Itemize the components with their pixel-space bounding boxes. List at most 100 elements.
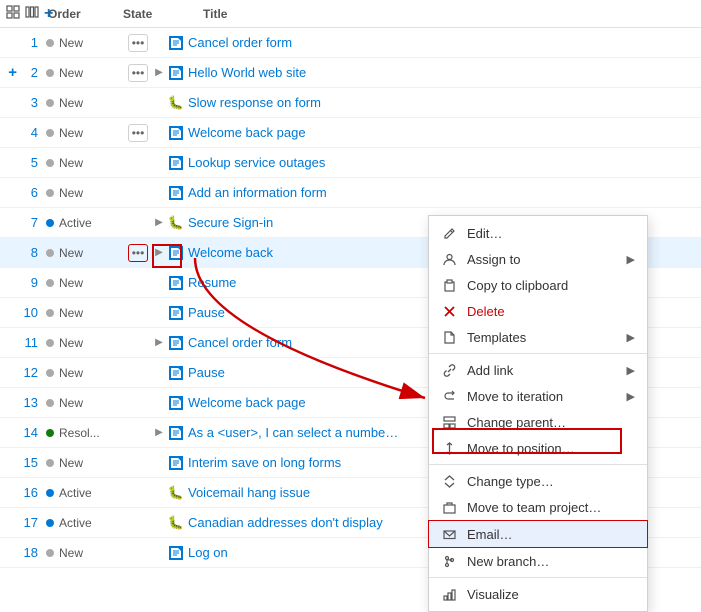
work-item-title[interactable]: Resume	[188, 275, 236, 290]
ctx-item-addlink[interactable]: Add link▶	[429, 357, 647, 383]
ctx-label-edit: Edit…	[467, 226, 635, 241]
order-number[interactable]: 16	[22, 485, 38, 500]
bug-icon: 🐛	[168, 515, 184, 531]
work-item-title[interactable]: Pause	[188, 305, 225, 320]
order-number[interactable]: 4	[22, 125, 38, 140]
columns-icon[interactable]	[25, 5, 39, 22]
ctx-item-delete[interactable]: Delete	[429, 298, 647, 324]
work-item-title[interactable]: Canadian addresses don't display	[188, 515, 383, 530]
state-dot	[46, 309, 54, 317]
order-number[interactable]: 5	[22, 155, 38, 170]
order-number[interactable]: 13	[22, 395, 38, 410]
ctx-label-movetoteam: Move to team project…	[467, 500, 635, 515]
state-label: New	[59, 246, 83, 260]
col-state-header: State	[123, 7, 203, 21]
expand-arrow-icon[interactable]: ▶	[155, 67, 163, 78]
order-number[interactable]: 10	[22, 305, 38, 320]
ctx-item-visualize[interactable]: Visualize	[429, 581, 647, 607]
iteration-icon	[441, 388, 457, 404]
ctx-item-copy[interactable]: Copy to clipboard	[429, 272, 647, 298]
state-dot	[46, 399, 54, 407]
work-item-title[interactable]: Cancel order form	[188, 335, 292, 350]
doc-icon	[441, 329, 457, 345]
state-dot	[46, 39, 54, 47]
ctx-item-movetoteam[interactable]: Move to team project…	[429, 494, 647, 520]
order-number[interactable]: 1	[22, 35, 38, 50]
ctx-item-moveposition[interactable]: Move to position…	[429, 435, 647, 461]
dots-menu-button[interactable]: •••	[128, 124, 149, 142]
grid-icon[interactable]	[6, 5, 20, 22]
state-dot	[46, 249, 54, 257]
work-item-title[interactable]: Welcome back page	[188, 395, 306, 410]
expand-arrow-icon[interactable]: ▶	[155, 217, 163, 228]
position-icon	[441, 440, 457, 456]
work-item-title[interactable]: Welcome back page	[188, 125, 306, 140]
state-label: New	[59, 186, 83, 200]
state-label: New	[59, 456, 83, 470]
table-row: 6 New Add an information form	[0, 178, 701, 208]
context-menu: Edit…Assign to▶Copy to clipboardDeleteTe…	[428, 215, 648, 612]
table-row: 3New🐛Slow response on form	[0, 88, 701, 118]
col-order-header: Order	[48, 7, 123, 21]
dots-menu-button[interactable]: •••	[128, 34, 149, 52]
order-number[interactable]: 9	[22, 275, 38, 290]
clipboard-icon	[441, 277, 457, 293]
expand-arrow-icon[interactable]: ▶	[155, 247, 163, 258]
work-item-title[interactable]: Hello World web site	[188, 65, 306, 80]
work-item-title[interactable]: Interim save on long forms	[188, 455, 341, 470]
row-plus-icon[interactable]: +	[8, 64, 17, 81]
work-item-title[interactable]: As a <user>, I can select a numbe…	[188, 425, 398, 440]
order-number[interactable]: 11	[22, 335, 38, 350]
state-dot	[46, 519, 54, 527]
expand-arrow-icon[interactable]: ▶	[155, 427, 163, 438]
state-dot	[46, 219, 54, 227]
state-label: Active	[59, 216, 92, 230]
submenu-chevron-icon: ▶	[627, 390, 635, 403]
state-dot	[46, 429, 54, 437]
work-item-title[interactable]: Pause	[188, 365, 225, 380]
order-number[interactable]: 3	[22, 95, 38, 110]
submenu-chevron-icon: ▶	[627, 253, 635, 266]
order-number[interactable]: 7	[22, 215, 38, 230]
ctx-item-changeparent[interactable]: Change parent…	[429, 409, 647, 435]
work-item-title[interactable]: Cancel order form	[188, 35, 292, 50]
state-label: New	[59, 396, 83, 410]
order-number[interactable]: 2	[22, 65, 38, 80]
state-dot	[46, 189, 54, 197]
order-number[interactable]: 14	[22, 425, 38, 440]
story-icon	[168, 455, 184, 471]
ctx-item-moveiteration[interactable]: Move to iteration▶	[429, 383, 647, 409]
work-item-title[interactable]: Voicemail hang issue	[188, 485, 310, 500]
state-label: Active	[59, 516, 92, 530]
ctx-label-changeparent: Change parent…	[467, 415, 635, 430]
expand-arrow-icon[interactable]: ▶	[155, 337, 163, 348]
order-number[interactable]: 15	[22, 455, 38, 470]
table-row: +2New•••▶ Hello World web site	[0, 58, 701, 88]
ctx-item-edit[interactable]: Edit…	[429, 220, 647, 246]
work-item-title[interactable]: Welcome back	[188, 245, 273, 260]
order-number[interactable]: 6	[22, 185, 38, 200]
work-item-title[interactable]: Secure Sign-in	[188, 215, 273, 230]
ctx-item-assign[interactable]: Assign to▶	[429, 246, 647, 272]
dots-menu-button[interactable]: •••	[128, 244, 149, 262]
ctx-item-templates[interactable]: Templates▶	[429, 324, 647, 350]
work-item-title[interactable]: Lookup service outages	[188, 155, 325, 170]
state-dot	[46, 339, 54, 347]
ctx-label-changetype: Change type…	[467, 474, 635, 489]
work-item-title[interactable]: Add an information form	[188, 185, 327, 200]
story-icon	[168, 155, 184, 171]
work-item-title[interactable]: Slow response on form	[188, 95, 321, 110]
ctx-label-templates: Templates	[467, 330, 617, 345]
state-label: Active	[59, 486, 92, 500]
order-number[interactable]: 8	[22, 245, 38, 260]
state-dot	[46, 159, 54, 167]
ctx-item-newbranch[interactable]: New branch…	[429, 548, 647, 574]
dots-menu-button[interactable]: •••	[128, 64, 149, 82]
arrows-icon	[441, 473, 457, 489]
ctx-item-changetype[interactable]: Change type…	[429, 468, 647, 494]
order-number[interactable]: 12	[22, 365, 38, 380]
order-number[interactable]: 17	[22, 515, 38, 530]
work-item-title[interactable]: Log on	[188, 545, 228, 560]
order-number[interactable]: 18	[22, 545, 38, 560]
ctx-item-email[interactable]: Email…	[428, 520, 648, 548]
